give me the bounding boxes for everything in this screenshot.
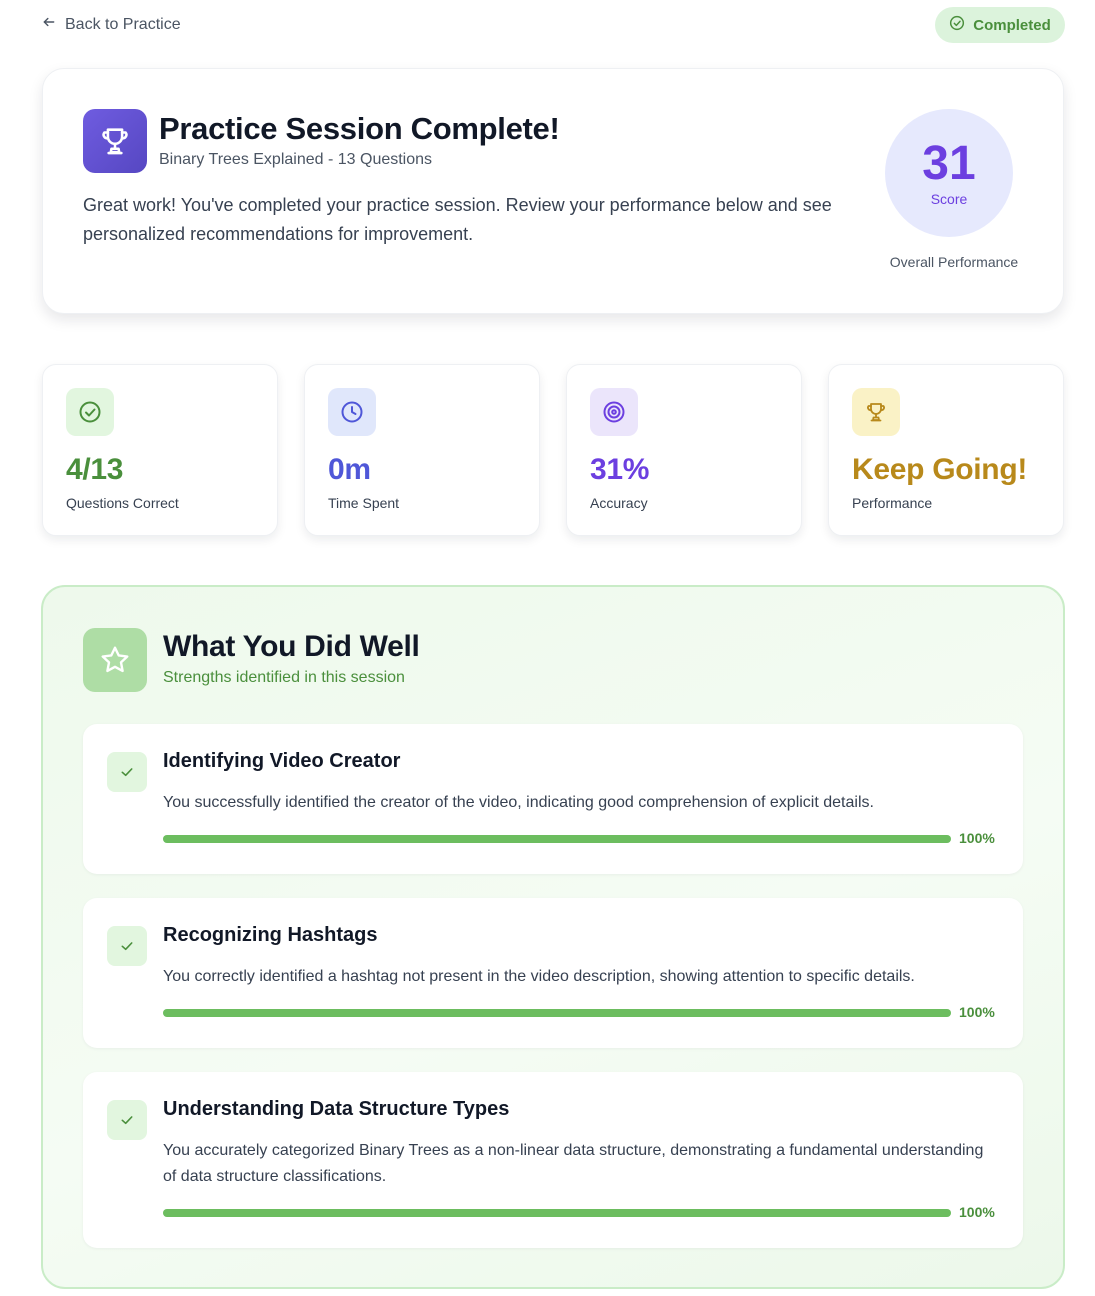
top-bar: Back to Practice Completed <box>0 0 1095 50</box>
stat-label: Time Spent <box>328 495 400 511</box>
check-icon <box>107 926 147 966</box>
clock-icon <box>328 388 376 436</box>
check-circle-icon <box>949 15 965 35</box>
strength-description: You correctly identified a hashtag not p… <box>163 968 915 985</box>
strength-description: You accurately categorized Binary Trees … <box>163 1142 984 1185</box>
score-value: 31 <box>922 137 976 190</box>
strength-item: Recognizing Hashtags You correctly ident… <box>83 898 1023 1048</box>
stat-card-accuracy: 31% Accuracy <box>566 364 802 536</box>
progress-label: 100% <box>959 1204 995 1220</box>
score-circle: 31 Score <box>885 109 1013 237</box>
strength-progress-bar <box>163 1009 951 1017</box>
back-link-label: Back to Practice <box>65 15 181 33</box>
progress-fill <box>163 835 951 843</box>
back-to-practice-link[interactable]: Back to Practice <box>42 15 181 34</box>
page-title: Practice Session Complete! <box>159 111 560 146</box>
section-subtitle: Strengths identified in this session <box>163 669 405 686</box>
strength-progress-bar <box>163 835 951 843</box>
star-icon <box>83 628 147 692</box>
strength-title: Understanding Data Structure Types <box>163 1098 510 1120</box>
strength-item: Understanding Data Structure Types You a… <box>83 1072 1023 1248</box>
progress-fill <box>163 1009 951 1017</box>
check-icon <box>107 752 147 792</box>
stat-card-performance: Keep Going! Performance <box>828 364 1064 536</box>
strength-title: Recognizing Hashtags <box>163 924 378 946</box>
progress-fill <box>163 1209 951 1217</box>
stat-label: Accuracy <box>590 495 648 511</box>
session-description: Great work! You've completed your practi… <box>83 195 832 244</box>
session-summary-card: Practice Session Complete! Binary Trees … <box>42 68 1064 314</box>
stat-label: Performance <box>852 495 933 511</box>
trophy-icon <box>852 388 900 436</box>
status-badge: Completed <box>935 7 1065 43</box>
stat-label: Questions Correct <box>66 495 179 511</box>
arrow-left-icon <box>42 15 56 34</box>
section-title: What You Did Well <box>163 630 420 663</box>
overall-performance-caption: Overall Performance <box>889 254 1019 270</box>
check-icon <box>107 1100 147 1140</box>
stat-card-questions-correct: 4/13 Questions Correct <box>42 364 278 536</box>
score-label: Score <box>930 191 968 207</box>
check-circle-icon <box>66 388 114 436</box>
strength-item: Identifying Video Creator You successful… <box>83 724 1023 874</box>
status-badge-label: Completed <box>973 16 1051 34</box>
trophy-icon <box>83 109 147 173</box>
stat-value: Keep Going! <box>852 453 1028 486</box>
strength-description: You successfully identified the creator … <box>163 794 874 811</box>
stat-value: 0m <box>328 453 371 486</box>
stat-card-time-spent: 0m Time Spent <box>304 364 540 536</box>
progress-label: 100% <box>959 1004 995 1020</box>
progress-label: 100% <box>959 830 995 846</box>
stat-value: 31% <box>590 453 650 486</box>
stats-row: 4/13 Questions Correct 0m Time Spent 31%… <box>42 364 1064 536</box>
stat-value: 4/13 <box>66 453 124 486</box>
strength-progress-bar <box>163 1209 951 1217</box>
strengths-section: What You Did Well Strengths identified i… <box>41 585 1065 1289</box>
session-subtitle: Binary Trees Explained - 13 Questions <box>159 151 433 168</box>
strength-title: Identifying Video Creator <box>163 750 401 772</box>
target-icon <box>590 388 638 436</box>
